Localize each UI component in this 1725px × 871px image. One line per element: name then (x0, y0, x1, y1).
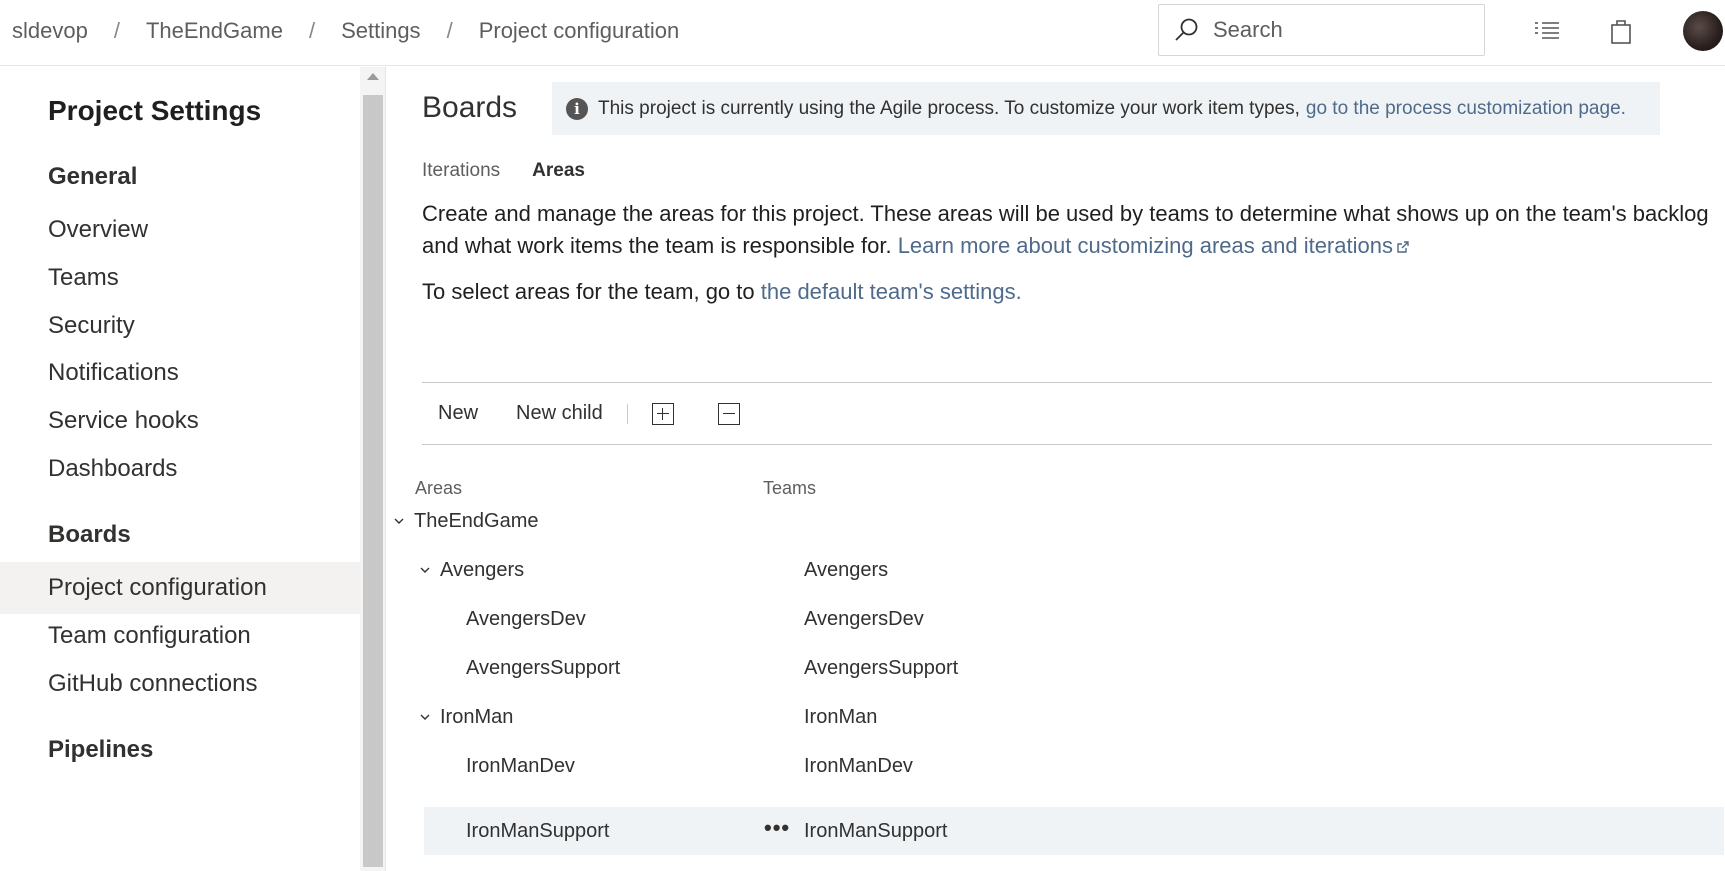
new-button[interactable]: New (438, 402, 478, 425)
sidebar-item-security[interactable]: Security (0, 300, 360, 352)
breadcrumb-separator: / (113, 18, 120, 43)
team-name: AvengersSupport (804, 656, 959, 679)
tree-row[interactable]: AvengersSupport AvengersSupport (384, 644, 1684, 692)
default-team-settings-link[interactable]: the default team's settings. (761, 279, 1022, 304)
chevron-down-icon[interactable] (394, 516, 404, 526)
team-name: Avengers (804, 558, 889, 581)
sidebar-scrollbar[interactable] (360, 67, 386, 871)
sidebar-item-notifications[interactable]: Notifications (0, 347, 360, 399)
breadcrumb-settings[interactable]: Settings (341, 18, 421, 44)
tab-areas[interactable]: Areas (532, 160, 585, 182)
sidebar-item-github-connections[interactable]: GitHub connections (0, 658, 360, 710)
area-name: AvengersDev (466, 607, 586, 630)
sidebar-item-overview[interactable]: Overview (0, 204, 360, 256)
tab-iterations[interactable]: Iterations (422, 160, 500, 182)
breadcrumb: sldevop / TheEndGame / Settings / Projec… (12, 18, 679, 44)
tree-row[interactable]: IronMan IronMan (384, 693, 1684, 741)
breadcrumb-separator: / (308, 18, 316, 43)
learn-more-link[interactable]: Learn more about customizing areas and i… (898, 233, 1410, 258)
pivot-tabs: Iterations Areas (422, 160, 617, 182)
breadcrumb-org[interactable]: sldevop (12, 18, 88, 44)
area-name: IronManDev (466, 754, 575, 777)
info-banner: i This project is currently using the Ag… (552, 82, 1660, 135)
sidebar-section-pipelines: Pipelines (48, 736, 154, 763)
column-header-areas: Areas (415, 478, 463, 498)
tree-node: AvengersSupport (466, 657, 620, 680)
sidebar-item-project-configuration[interactable]: Project configuration (0, 562, 360, 614)
task-list-icon[interactable] (1530, 14, 1564, 48)
team-name: IronMan (804, 705, 878, 728)
area-name: IronMan (440, 705, 514, 728)
info-banner-text: This project is currently using the Agil… (598, 97, 1300, 119)
team-name: IronManDev (804, 754, 913, 777)
learn-more-link-text: Learn more about customizing areas and i… (897, 233, 1393, 258)
search-input[interactable] (1213, 17, 1453, 43)
areas-toolbar: New New child (422, 382, 1712, 445)
area-name: AvengersSupport (466, 656, 621, 679)
breadcrumb-current[interactable]: Project configuration (479, 18, 680, 44)
chevron-down-icon[interactable] (420, 712, 430, 722)
breadcrumb-separator: / (446, 18, 453, 43)
breadcrumb-project[interactable]: TheEndGame (146, 18, 283, 44)
tree-node: IronManDev (466, 755, 575, 778)
tree-node: TheEndGame (394, 510, 539, 533)
sidebar-item-service-hooks[interactable]: Service hooks (0, 395, 360, 447)
scrollbar-thumb[interactable] (363, 95, 383, 867)
process-customization-link[interactable]: go to the process customization page. (1306, 98, 1626, 120)
tree-row[interactable]: IronManDev IronManDev (384, 742, 1684, 790)
tree-node: AvengersDev (466, 608, 586, 631)
search-icon (1175, 18, 1198, 41)
new-child-button[interactable]: New child (516, 402, 603, 425)
toolbar-divider (626, 403, 628, 424)
tree-node: IronManSupport (466, 820, 609, 843)
area-name: TheEndGame (414, 509, 539, 532)
info-icon: i (566, 97, 588, 120)
sidebar-item-teams[interactable]: Teams (0, 252, 360, 304)
top-bar: sldevop / TheEndGame / Settings / Projec… (0, 0, 1725, 66)
sidebar-section-general: General (48, 163, 138, 190)
area-name: Avengers (440, 558, 525, 581)
collapse-all-icon[interactable] (717, 402, 740, 425)
team-name: AvengersDev (804, 607, 924, 630)
area-name: IronManSupport (466, 819, 610, 842)
external-link-icon (1397, 241, 1409, 253)
sidebar-section-boards: Boards (48, 521, 131, 548)
shopping-bag-icon[interactable] (1604, 14, 1638, 48)
team-name: IronManSupport (804, 819, 948, 842)
tree-row[interactable]: Avengers Avengers (384, 546, 1684, 594)
select-areas-text: To select areas for the team, go to the … (422, 279, 1022, 305)
column-header-teams: Teams (763, 478, 817, 498)
sidebar-item-team-configuration[interactable]: Team configuration (0, 610, 360, 662)
more-options-icon[interactable]: ••• (764, 815, 790, 841)
tree-row-selected[interactable]: IronManSupport ••• IronManSupport (424, 807, 1724, 855)
expand-all-icon[interactable] (651, 402, 674, 425)
main-content: Boards i This project is currently using… (387, 67, 1725, 871)
search-box[interactable] (1158, 4, 1485, 56)
page-title: Boards (422, 91, 518, 124)
avatar[interactable] (1683, 11, 1723, 51)
sidebar-item-dashboards[interactable]: Dashboards (0, 443, 360, 495)
tree-row[interactable]: AvengersDev AvengersDev (384, 595, 1684, 643)
chevron-down-icon[interactable] (420, 565, 430, 575)
sidebar-title: Project Settings (48, 95, 262, 126)
sidebar: Project Settings General Overview Teams … (0, 67, 360, 871)
select-areas-label: To select areas for the team, go to (422, 279, 755, 304)
areas-description: Create and manage the areas for this pro… (422, 198, 1722, 262)
tree-node: IronMan (420, 706, 513, 729)
tree-node: Avengers (420, 559, 524, 582)
scroll-up-arrow-icon[interactable] (367, 73, 379, 80)
tree-row[interactable]: TheEndGame (384, 497, 1684, 545)
